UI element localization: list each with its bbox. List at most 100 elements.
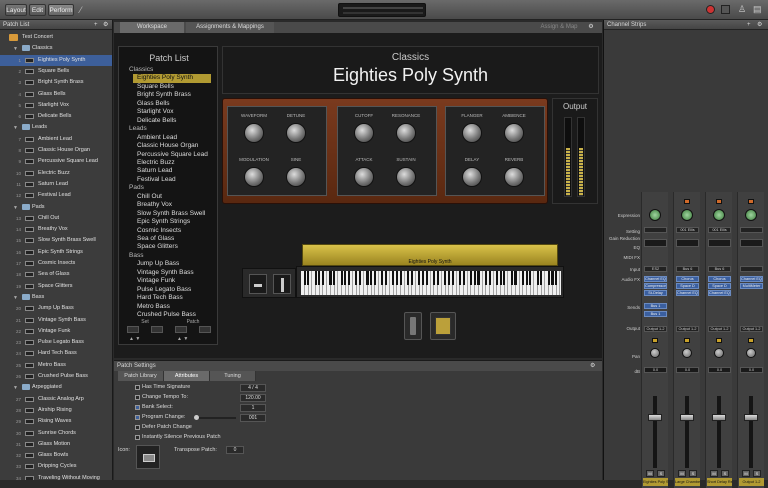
black-key[interactable] [399, 271, 402, 285]
program-slider[interactable] [194, 415, 236, 420]
mute-button[interactable]: M [678, 470, 686, 477]
black-key[interactable] [418, 271, 421, 285]
bank-select-checkbox[interactable] [135, 405, 140, 410]
layout-button[interactable]: Layout [5, 4, 27, 16]
workspace-patch-item[interactable]: Jump Up Bass [137, 260, 217, 269]
solo-button[interactable]: S [657, 470, 665, 477]
black-key[interactable] [451, 271, 454, 285]
workspace-patch-item[interactable]: Pulse Legato Bass [137, 286, 217, 295]
prev-patch-button[interactable] [175, 326, 187, 333]
black-key[interactable] [347, 271, 351, 285]
concert-item[interactable]: Test Concert [0, 32, 112, 43]
audio-fx-slot[interactable]: MultiMeter [740, 283, 763, 289]
black-key[interactable] [407, 271, 410, 285]
black-key[interactable] [425, 271, 428, 285]
gear-icon[interactable]: ⚙ [584, 22, 598, 33]
patch-list-item[interactable]: 30 Sunrise Chords [0, 428, 112, 439]
setting-slot[interactable]: 001 Ellis [708, 227, 731, 233]
audio-fx-slot[interactable]: Space D [708, 283, 731, 289]
expression-knob[interactable] [681, 209, 693, 221]
record-enable-icon[interactable] [716, 199, 722, 204]
tab-attributes[interactable]: Attributes [164, 371, 210, 381]
black-key[interactable] [410, 271, 413, 285]
audio-fx-slot[interactable]: Channel EQ [644, 276, 667, 282]
volume-fader-cap[interactable] [744, 414, 758, 421]
patch-list-item[interactable]: 16 Epic Synth Strings [0, 247, 112, 258]
black-key[interactable] [525, 271, 528, 285]
setting-slot[interactable]: 001 Ellis [676, 227, 699, 233]
patch-folder[interactable]: ▼ Arpeggiated [0, 382, 112, 393]
black-key[interactable] [392, 271, 395, 285]
expression-knob[interactable] [713, 209, 725, 221]
record-enable-icon[interactable] [748, 199, 754, 204]
patch-list-item[interactable]: 34 Traveling Without Moving [0, 473, 112, 480]
black-key[interactable] [396, 271, 399, 285]
audio-fx-slot[interactable]: Channel EQ [676, 290, 699, 296]
record-icon[interactable] [706, 5, 715, 14]
patch-list-item[interactable]: 24 Hard Tech Bass [0, 348, 112, 359]
input-slot[interactable]: ES2 [644, 266, 667, 272]
volume-fader-cap[interactable] [712, 414, 726, 421]
workspace-patch-item[interactable]: Hard Tech Bass [137, 294, 217, 303]
patch-list-item[interactable]: 4 Glass Bells [0, 89, 112, 100]
eq-thumbnail[interactable] [708, 239, 731, 247]
black-key[interactable] [314, 271, 317, 285]
pitch-wheel[interactable] [249, 274, 267, 294]
expression-knob[interactable] [649, 209, 661, 221]
workspace-patch-item[interactable]: Breathy Vox [137, 201, 217, 210]
volume-fader-cap[interactable] [680, 414, 694, 421]
next-patch-button[interactable] [199, 326, 211, 333]
solo-button[interactable]: S [753, 470, 761, 477]
workspace-patch-item[interactable]: Classic House Organ [137, 142, 217, 151]
patch-list-item[interactable]: 10 Electric Buzz [0, 168, 112, 179]
black-key[interactable] [344, 271, 347, 285]
patch-icon-well[interactable] [136, 445, 160, 469]
output-slot[interactable]: Output 1-2 [676, 326, 699, 332]
channel-name[interactable]: Output 1-2 [739, 478, 764, 486]
black-key[interactable] [551, 271, 554, 285]
tab-workspace[interactable]: Workspace [120, 22, 184, 33]
input-slot[interactable]: Bus 6 [708, 266, 731, 272]
patch-list-item[interactable]: 19 Space Glitters [0, 281, 112, 292]
keyboard[interactable] [296, 266, 564, 298]
black-key[interactable] [322, 271, 325, 285]
volume-fader-track[interactable] [749, 396, 753, 468]
tab-patch-library[interactable]: Patch Library [118, 371, 164, 381]
patch-list-item[interactable]: 31 Glass Motion [0, 439, 112, 450]
workspace-patch-item[interactable]: Vintage Synth Bass [137, 269, 217, 278]
perform-button[interactable]: Perform [48, 4, 74, 16]
loop-icon[interactable] [721, 5, 730, 14]
black-key[interactable] [470, 271, 473, 285]
delay-knob[interactable] [462, 167, 482, 187]
waveform-knob[interactable] [244, 123, 264, 143]
black-key[interactable] [318, 271, 321, 285]
channel-name[interactable]: Large Chamber [675, 478, 700, 486]
metronome-icon[interactable]: ♙ [738, 4, 746, 15]
sustain-pedal[interactable] [430, 312, 456, 340]
workspace-patch-item[interactable]: Slow Synth Brass Swell [137, 210, 217, 219]
pan-knob[interactable] [682, 348, 692, 358]
patch-list-item[interactable]: 33 Dripping Cycles [0, 461, 112, 472]
eq-thumbnail[interactable] [740, 239, 763, 247]
workspace-patch-item[interactable]: Festival Lead [137, 176, 217, 185]
prev-set-button[interactable] [127, 326, 139, 333]
patch-list-item[interactable]: 8 Classic House Organ [0, 145, 112, 156]
workspace-patch-item[interactable]: Epic Synth Strings [137, 218, 217, 227]
patch-folder[interactable]: ▼ Bass [0, 292, 112, 303]
workspace-patch-item[interactable]: Metro Bass [137, 303, 217, 312]
black-key[interactable] [421, 271, 425, 285]
mute-button[interactable]: M [742, 470, 750, 477]
output-slot[interactable]: Output 1-2 [644, 326, 667, 332]
black-key[interactable] [307, 271, 310, 285]
patch-list-item[interactable]: 22 Vintage Funk [0, 326, 112, 337]
workspace-patch-item[interactable]: Ambient Lead [137, 134, 217, 143]
pan-knob[interactable] [650, 348, 660, 358]
patch-list-item[interactable]: 21 Vintage Synth Bass [0, 315, 112, 326]
audio-fx-slot[interactable]: Compressor [644, 283, 667, 289]
black-key[interactable] [447, 271, 450, 285]
volume-fader-track[interactable] [653, 396, 657, 468]
solo-button[interactable]: S [689, 470, 697, 477]
transpose-field[interactable]: 0 [226, 446, 244, 454]
attack-knob[interactable] [354, 167, 374, 187]
tab-assignments[interactable]: Assignments & Mappings [186, 22, 274, 33]
